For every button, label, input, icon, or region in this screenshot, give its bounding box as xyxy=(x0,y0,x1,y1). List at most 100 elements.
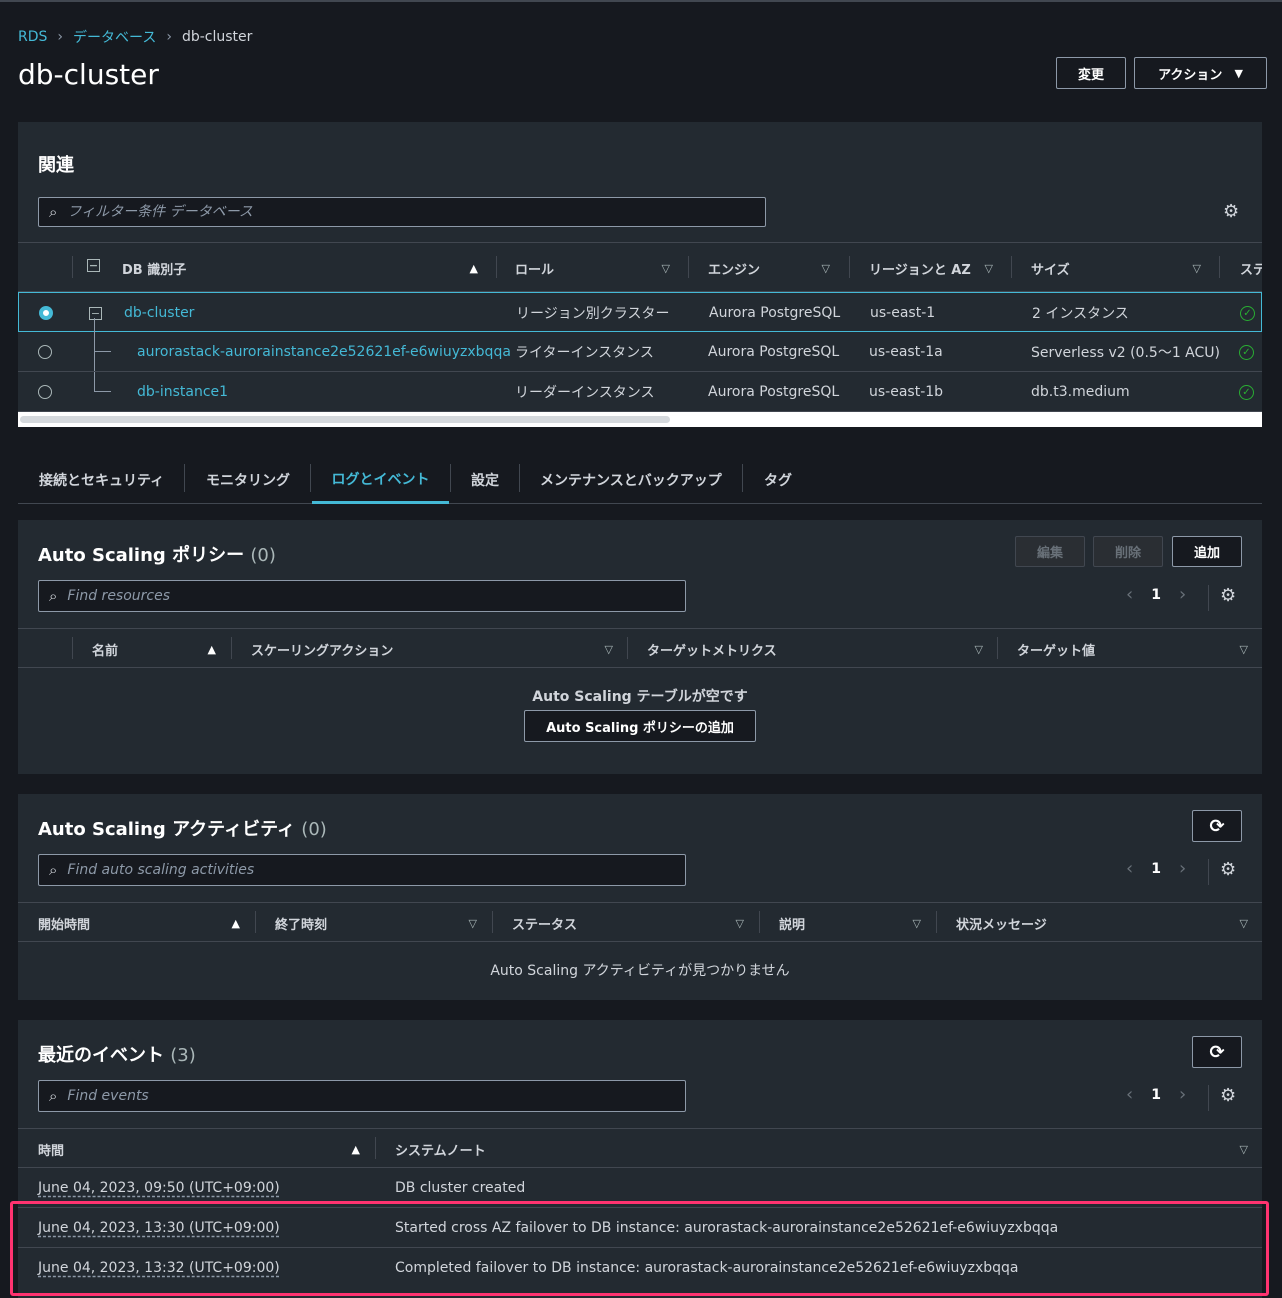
collapse-icon[interactable]: − xyxy=(87,259,100,272)
search-icon: ⌕ xyxy=(49,1087,58,1105)
column-divider xyxy=(627,637,628,659)
tab-tags[interactable]: タグ xyxy=(764,456,792,504)
column-divider xyxy=(1219,256,1220,278)
add-button[interactable]: 追加 xyxy=(1172,536,1242,567)
col-status-label: ステータス xyxy=(512,918,578,933)
col-db-id[interactable]: DB 識別子 ▲ xyxy=(122,259,478,278)
column-divider xyxy=(231,637,232,659)
add-policy-button[interactable]: Auto Scaling ポリシーの追加 xyxy=(524,710,756,742)
activities-count: (0) xyxy=(301,819,327,840)
search-icon: ⌕ xyxy=(49,203,58,221)
gear-icon[interactable]: ⚙ xyxy=(1220,859,1236,880)
column-divider xyxy=(375,1137,376,1159)
page-number[interactable]: 1 xyxy=(1151,1087,1161,1103)
column-divider xyxy=(72,256,73,278)
sort-desc-icon: ▽ xyxy=(735,917,744,930)
related-filter[interactable]: ⌕ xyxy=(38,197,766,227)
tab-connectivity[interactable]: 接続とセキュリティ xyxy=(39,456,164,504)
col-status[interactable]: ステータス ▽ xyxy=(512,914,744,933)
col-name[interactable]: 名前 ▲ xyxy=(92,640,216,659)
col-description[interactable]: 説明 ▽ xyxy=(779,914,921,933)
policies-search[interactable]: ⌕ xyxy=(38,580,686,612)
refresh-button[interactable]: ⟳ xyxy=(1192,810,1242,842)
col-size[interactable]: サイズ ▽ xyxy=(1031,259,1201,278)
chevron-right-icon[interactable]: › xyxy=(1179,858,1186,879)
activities-search[interactable]: ⌕ xyxy=(38,854,686,886)
breadcrumb-databases[interactable]: データベース xyxy=(73,27,156,47)
col-size-label: サイズ xyxy=(1031,263,1070,278)
edit-button[interactable]: 編集 xyxy=(1015,536,1085,567)
horizontal-scrollbar-track[interactable] xyxy=(18,412,1262,427)
page-number[interactable]: 1 xyxy=(1151,587,1161,603)
tab-maintenance-backup[interactable]: メンテナンスとバックアップ xyxy=(540,456,722,504)
activities-table-header: 開始時間 ▲ 終了時刻 ▽ ステータス ▽ 説明 ▽ 状況メッセージ ▽ xyxy=(18,902,1262,942)
tab-divider xyxy=(742,464,743,492)
breadcrumb-rds[interactable]: RDS xyxy=(18,29,47,45)
actions-dropdown-button[interactable]: アクション ▼ xyxy=(1134,57,1267,89)
col-status-message[interactable]: 状況メッセージ ▽ xyxy=(956,914,1248,933)
tab-configuration[interactable]: 設定 xyxy=(471,456,499,504)
chevron-right-icon[interactable]: › xyxy=(1179,1084,1186,1105)
edit-label: 編集 xyxy=(1036,546,1063,561)
horizontal-scrollbar-thumb[interactable] xyxy=(20,416,670,423)
region-cell: us-east-1b xyxy=(869,384,944,400)
col-target-metric[interactable]: ターゲットメトリクス ▽ xyxy=(647,640,983,659)
policies-table-header: 名前 ▲ スケーリングアクション ▽ ターゲットメトリクス ▽ ターゲット値 ▽ xyxy=(18,628,1262,668)
modify-button[interactable]: 変更 xyxy=(1056,57,1126,89)
tab-divider xyxy=(310,464,311,492)
chevron-left-icon[interactable]: ‹ xyxy=(1126,858,1133,879)
col-target-value[interactable]: ターゲット値 ▽ xyxy=(1017,640,1248,659)
column-divider xyxy=(849,256,850,278)
role-cell: ライターインスタンス xyxy=(515,345,654,361)
db-id-link[interactable]: aurorastack-aurorainstance2e52621ef-e6wi… xyxy=(137,332,511,372)
collapse-icon[interactable]: − xyxy=(89,293,102,333)
add-policy-label: Auto Scaling ポリシーの追加 xyxy=(546,720,734,736)
gear-icon[interactable]: ⚙ xyxy=(1223,201,1239,222)
col-system-note[interactable]: システムノート ▽ xyxy=(395,1140,1248,1159)
gear-icon[interactable]: ⚙ xyxy=(1220,585,1236,606)
db-id-link[interactable]: db-instance1 xyxy=(137,372,228,412)
col-scaling-action[interactable]: スケーリングアクション ▽ xyxy=(251,640,613,659)
tab-monitoring[interactable]: モニタリング xyxy=(206,456,290,504)
delete-button[interactable]: 削除 xyxy=(1093,536,1163,567)
refresh-icon: ⟳ xyxy=(1209,815,1225,837)
sort-desc-icon: ▽ xyxy=(604,643,613,656)
chevron-right-icon[interactable]: › xyxy=(1179,584,1186,605)
db-id-link[interactable]: db-cluster xyxy=(124,293,194,333)
col-status-message-label: 状況メッセージ xyxy=(956,918,1047,933)
column-divider xyxy=(759,911,760,933)
column-divider xyxy=(492,911,493,933)
row-radio[interactable] xyxy=(39,293,53,333)
row-radio[interactable] xyxy=(38,372,52,412)
related-filter-input[interactable] xyxy=(67,204,765,220)
col-start-time[interactable]: 開始時間 ▲ xyxy=(38,914,240,933)
table-row[interactable]: aurorastack-aurorainstance2e52621ef-e6wi… xyxy=(18,332,1262,372)
col-role[interactable]: ロール ▽ xyxy=(515,259,670,278)
col-time[interactable]: 時間 ▲ xyxy=(38,1140,360,1159)
chevron-left-icon[interactable]: ‹ xyxy=(1126,1084,1133,1105)
table-row[interactable]: db-instance1 リーダーインスタンス Aurora PostgreSQ… xyxy=(18,372,1262,412)
size-cell: Serverless v2 (0.5〜1 ACU) xyxy=(1031,345,1220,361)
gear-icon[interactable]: ⚙ xyxy=(1220,1085,1236,1106)
delete-label: 削除 xyxy=(1114,546,1141,561)
sort-desc-icon: ▽ xyxy=(1239,917,1248,930)
tab-logs-events[interactable]: ログとイベント xyxy=(312,456,449,504)
region-cell: us-east-1a xyxy=(869,344,943,360)
breadcrumb: RDS › データベース › db-cluster xyxy=(18,28,252,46)
col-region[interactable]: リージョンと AZ ▽ xyxy=(869,259,993,278)
region-cell: us-east-1 xyxy=(870,305,936,321)
sort-desc-icon: ▽ xyxy=(912,917,921,930)
sort-desc-icon: ▽ xyxy=(1192,262,1201,275)
chevron-left-icon[interactable]: ‹ xyxy=(1126,584,1133,605)
activities-search-input[interactable] xyxy=(67,862,685,878)
events-search[interactable]: ⌕ xyxy=(38,1080,686,1112)
table-row[interactable]: − db-cluster リージョン別クラスター Aurora PostgreS… xyxy=(18,292,1262,332)
policies-search-input[interactable] xyxy=(67,588,685,604)
row-radio[interactable] xyxy=(38,332,52,372)
refresh-button[interactable]: ⟳ xyxy=(1192,1036,1242,1068)
col-engine[interactable]: エンジン ▽ xyxy=(708,259,830,278)
events-search-input[interactable] xyxy=(67,1088,685,1104)
page-number[interactable]: 1 xyxy=(1151,861,1161,877)
col-end-time[interactable]: 終了時刻 ▽ xyxy=(275,914,477,933)
col-status[interactable]: ステ xyxy=(1240,259,1262,278)
